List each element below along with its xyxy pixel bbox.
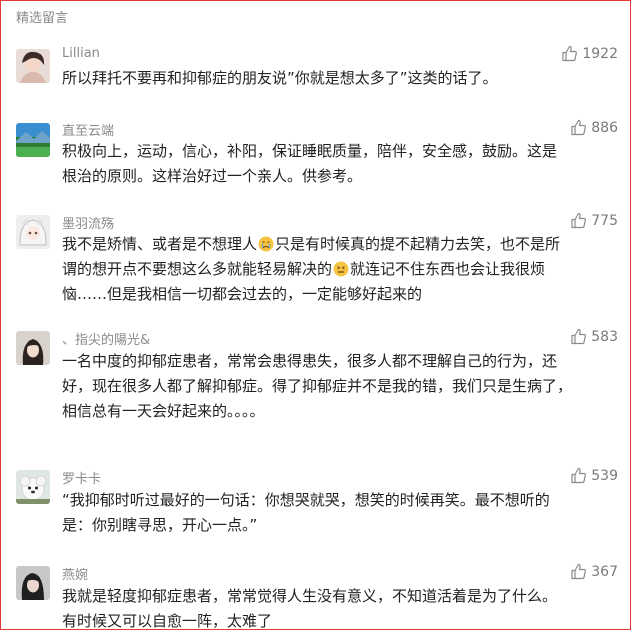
avatar[interactable] (16, 566, 50, 600)
commenter-name[interactable]: 墨羽流殇 (62, 213, 114, 232)
like-button[interactable]: 1922 (561, 45, 618, 62)
thumbs-up-icon (570, 467, 587, 484)
comment-text: 一名中度的抑郁症患者，常常会患得患失，很多人都不理解自己的行为，还 好，现在很多… (62, 352, 573, 420)
thumbs-up-icon (570, 212, 587, 229)
avatar[interactable] (16, 331, 50, 365)
comment-text: 积极向上，运动，信心，补阳，保证睡眠质量，陪伴，安全感，鼓励。这是 根治的原则。… (62, 142, 558, 185)
like-count: 775 (591, 212, 618, 229)
comment-text: “我抑郁时听过最好的一句话：你想哭就哭，想笑的时候再笑。最不想听的 是：你别瞎寻… (62, 491, 550, 534)
thumbs-up-icon (570, 328, 587, 345)
comment-text: 我不是矫情、或者是不想理人 只是有时候真的提不起精力去笑，也不是所 谓的想开点不要… (62, 235, 561, 303)
thumbs-up-icon (570, 563, 587, 580)
like-count: 886 (591, 119, 618, 136)
thumbs-up-icon (570, 119, 587, 136)
like-count: 367 (591, 563, 618, 580)
persevering-face-emoji-icon (333, 260, 349, 277)
commenter-name[interactable]: 、指尖的陽光& (62, 329, 150, 348)
crying-face-emoji-icon (258, 235, 274, 252)
featured-comments-panel: 精选留言 Lillian 1922 所以拜托不要再和抑郁症的朋友说”你就是想太多… (0, 0, 631, 630)
avatar[interactable] (16, 470, 50, 504)
comment-text: 所以拜托不要再和抑郁症的朋友说”你就是想太多了”这类的话了。 (62, 69, 498, 87)
commenter-name[interactable]: 直至云端 (62, 120, 114, 139)
like-count: 1922 (582, 45, 618, 62)
like-button[interactable]: 539 (570, 467, 618, 484)
like-button[interactable]: 886 (570, 119, 618, 136)
like-count: 539 (591, 467, 618, 484)
like-count: 583 (591, 328, 618, 345)
avatar[interactable] (16, 123, 50, 157)
commenter-name[interactable]: Lillian (62, 46, 100, 61)
like-button[interactable]: 583 (570, 328, 618, 345)
avatar[interactable] (16, 49, 50, 83)
like-button[interactable]: 775 (570, 212, 618, 229)
commenter-name[interactable]: 燕婉 (62, 564, 88, 583)
commenter-name[interactable]: 罗卡卡 (62, 468, 101, 487)
avatar[interactable] (16, 215, 50, 249)
like-button[interactable]: 367 (570, 563, 618, 580)
thumbs-up-icon (561, 45, 578, 62)
section-title: 精选留言 (16, 11, 69, 26)
comment-text: 我就是轻度抑郁症患者，常常觉得人生没有意义，不知道活着是为了什么。 有时候又可以… (62, 587, 558, 630)
